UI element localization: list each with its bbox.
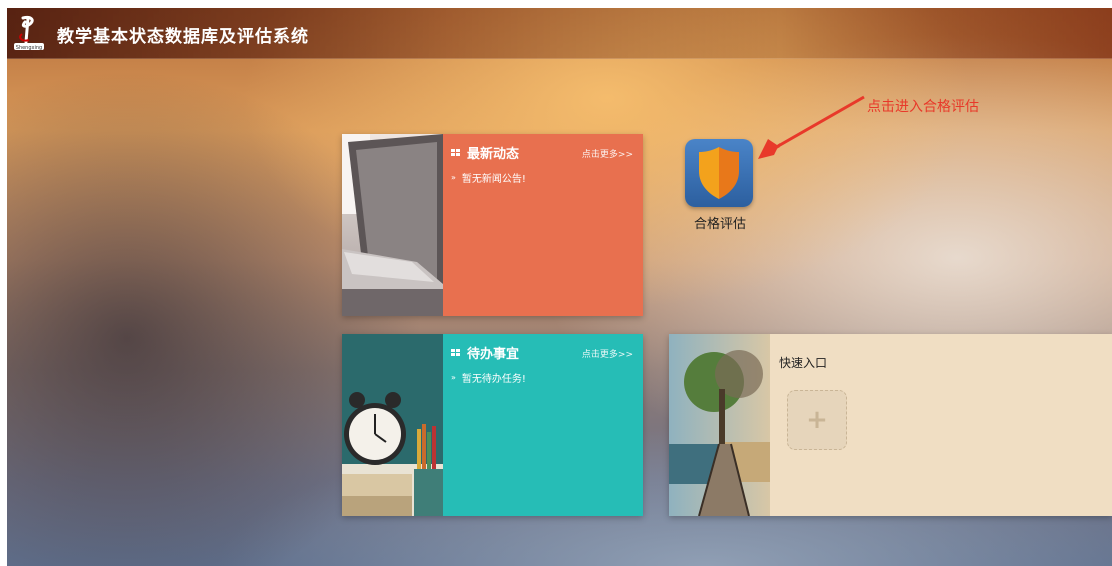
shengxing-logo-icon: Shengxing xyxy=(13,14,45,52)
add-shortcut-button[interactable]: + xyxy=(787,390,847,450)
quick-entry-title: 快速入口 xyxy=(779,356,828,370)
system-title: 教学基本状态数据库及评估系统 xyxy=(57,27,309,47)
todo-card: 待办事宜 点击更多>> » 暂无待办任务! xyxy=(342,334,643,516)
double-arrow-icon: » xyxy=(451,173,456,182)
annotation-text: 点击进入合格评估 xyxy=(867,99,979,115)
quick-entry-card: 快速入口 + xyxy=(669,334,1112,516)
qualified-evaluation-app[interactable] xyxy=(685,139,753,207)
annotation-arrow xyxy=(758,95,865,159)
todo-panel: 待办事宜 点击更多>> » 暂无待办任务! xyxy=(443,334,643,516)
laptop-image xyxy=(342,134,443,316)
quick-entry-panel: 快速入口 + xyxy=(770,334,1112,516)
todo-item: » 暂无待办任务! xyxy=(451,370,526,385)
shield-icon xyxy=(699,147,739,199)
app-window: Shengxing 教学基本状态数据库及评估系统 最新动态 点击更多>> » 暂… xyxy=(7,8,1112,566)
svg-text:Shengxing: Shengxing xyxy=(16,45,42,51)
grid-icon xyxy=(451,348,461,357)
double-arrow-icon: » xyxy=(451,373,456,382)
news-empty-text: 暂无新闻公告! xyxy=(461,174,526,185)
news-card: 最新动态 点击更多>> » 暂无新闻公告! xyxy=(342,134,643,316)
news-panel: 最新动态 点击更多>> » 暂无新闻公告! xyxy=(443,134,643,316)
news-more-link[interactable]: 点击更多>> xyxy=(582,147,633,160)
qualified-evaluation-label[interactable]: 合格评估 xyxy=(687,213,753,232)
tree-pier-image xyxy=(669,334,770,516)
news-item: » 暂无新闻公告! xyxy=(451,170,526,185)
grid-icon xyxy=(451,148,461,157)
news-title: 最新动态 xyxy=(467,147,520,162)
todo-title: 待办事宜 xyxy=(467,347,520,362)
todo-empty-text: 暂无待办任务! xyxy=(461,374,526,385)
alarm-clock-image xyxy=(342,334,443,516)
todo-more-link[interactable]: 点击更多>> xyxy=(582,347,633,360)
top-bar: Shengxing 教学基本状态数据库及评估系统 xyxy=(7,8,1112,59)
